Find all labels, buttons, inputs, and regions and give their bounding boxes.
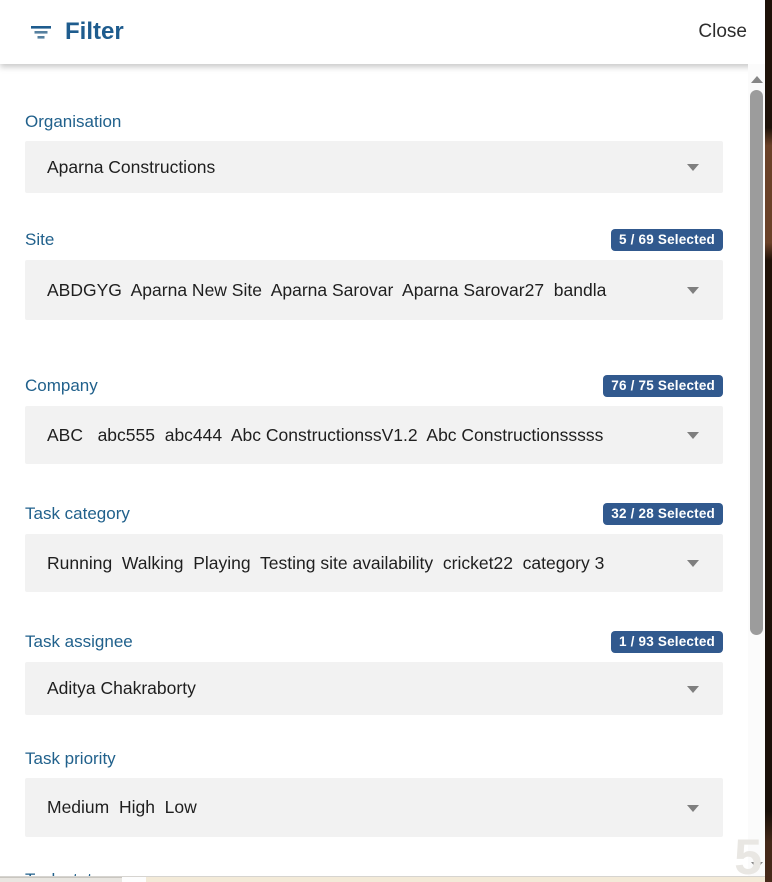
scrollbar-thumb[interactable] — [750, 90, 763, 635]
filter-modal: Filter Close Organisation Aparna Constru… — [0, 0, 765, 877]
company-label: Company — [25, 376, 98, 396]
vertical-scrollbar[interactable] — [748, 64, 765, 877]
task-assignee-select[interactable]: Aditya Chakraborty — [25, 662, 723, 715]
scroll-up-arrow-icon[interactable] — [751, 76, 763, 83]
chevron-down-icon — [687, 805, 699, 812]
filter-section-task-status: Task status — [25, 870, 723, 877]
chevron-down-icon — [687, 287, 699, 294]
page-behind-bottom-edge — [0, 877, 765, 882]
chevron-down-icon — [687, 686, 699, 693]
site-select[interactable]: ABDGYG Aparna New Site Aparna Sarovar Ap… — [25, 260, 723, 320]
chevron-down-icon — [687, 432, 699, 439]
filter-section-task-priority: Task priority Medium High Low — [25, 749, 723, 837]
task-priority-value: Medium High Low — [25, 797, 241, 818]
task-assignee-value: Aditya Chakraborty — [25, 678, 240, 699]
task-category-selected-badge: 32 / 28 Selected — [603, 503, 723, 525]
company-selected-badge: 76 / 75 Selected — [603, 375, 723, 397]
site-value: ABDGYG Aparna New Site Aparna Sarovar Ap… — [25, 280, 650, 301]
task-category-value: Running Walking Playing Testing site ava… — [25, 553, 648, 574]
task-category-select[interactable]: Running Walking Playing Testing site ava… — [25, 534, 723, 592]
filter-section-site: Site 5 / 69 Selected ABDGYG Aparna New S… — [25, 229, 723, 320]
page-behind-beige-panel — [146, 877, 765, 882]
page-behind-gray-panel — [0, 877, 122, 882]
site-selected-badge: 5 / 69 Selected — [611, 229, 723, 251]
organisation-label: Organisation — [25, 112, 121, 132]
chevron-down-icon — [687, 560, 699, 567]
company-select[interactable]: ABC abc555 abc444 Abc ConstructionssV1.2… — [25, 406, 723, 464]
filter-section-organisation: Organisation Aparna Constructions — [25, 112, 723, 193]
task-category-label: Task category — [25, 504, 130, 524]
modal-title: Filter — [65, 18, 124, 46]
page-behind-right-edge — [765, 0, 772, 882]
filter-section-task-assignee: Task assignee 1 / 93 Selected Aditya Cha… — [25, 631, 723, 715]
filter-form: Organisation Aparna Constructions Site 5… — [0, 64, 765, 877]
task-assignee-selected-badge: 1 / 93 Selected — [611, 631, 723, 653]
task-status-label: Task status — [25, 870, 110, 877]
task-priority-label: Task priority — [25, 749, 116, 769]
filter-section-company: Company 76 / 75 Selected ABC abc555 abc4… — [25, 375, 723, 464]
filter-section-task-category: Task category 32 / 28 Selected Running W… — [25, 503, 723, 592]
page-behind-gap — [122, 877, 146, 882]
task-assignee-label: Task assignee — [25, 632, 133, 652]
modal-header: Filter Close — [0, 0, 765, 64]
filter-list-icon — [28, 19, 54, 45]
company-value: ABC abc555 abc444 Abc ConstructionssV1.2… — [25, 425, 647, 446]
page-behind-watermark: 5 — [734, 832, 762, 877]
organisation-value: Aparna Constructions — [25, 157, 259, 178]
organisation-select[interactable]: Aparna Constructions — [25, 141, 723, 193]
close-button[interactable]: Close — [698, 21, 747, 43]
site-label: Site — [25, 230, 54, 250]
task-priority-select[interactable]: Medium High Low — [25, 778, 723, 837]
chevron-down-icon — [687, 164, 699, 171]
